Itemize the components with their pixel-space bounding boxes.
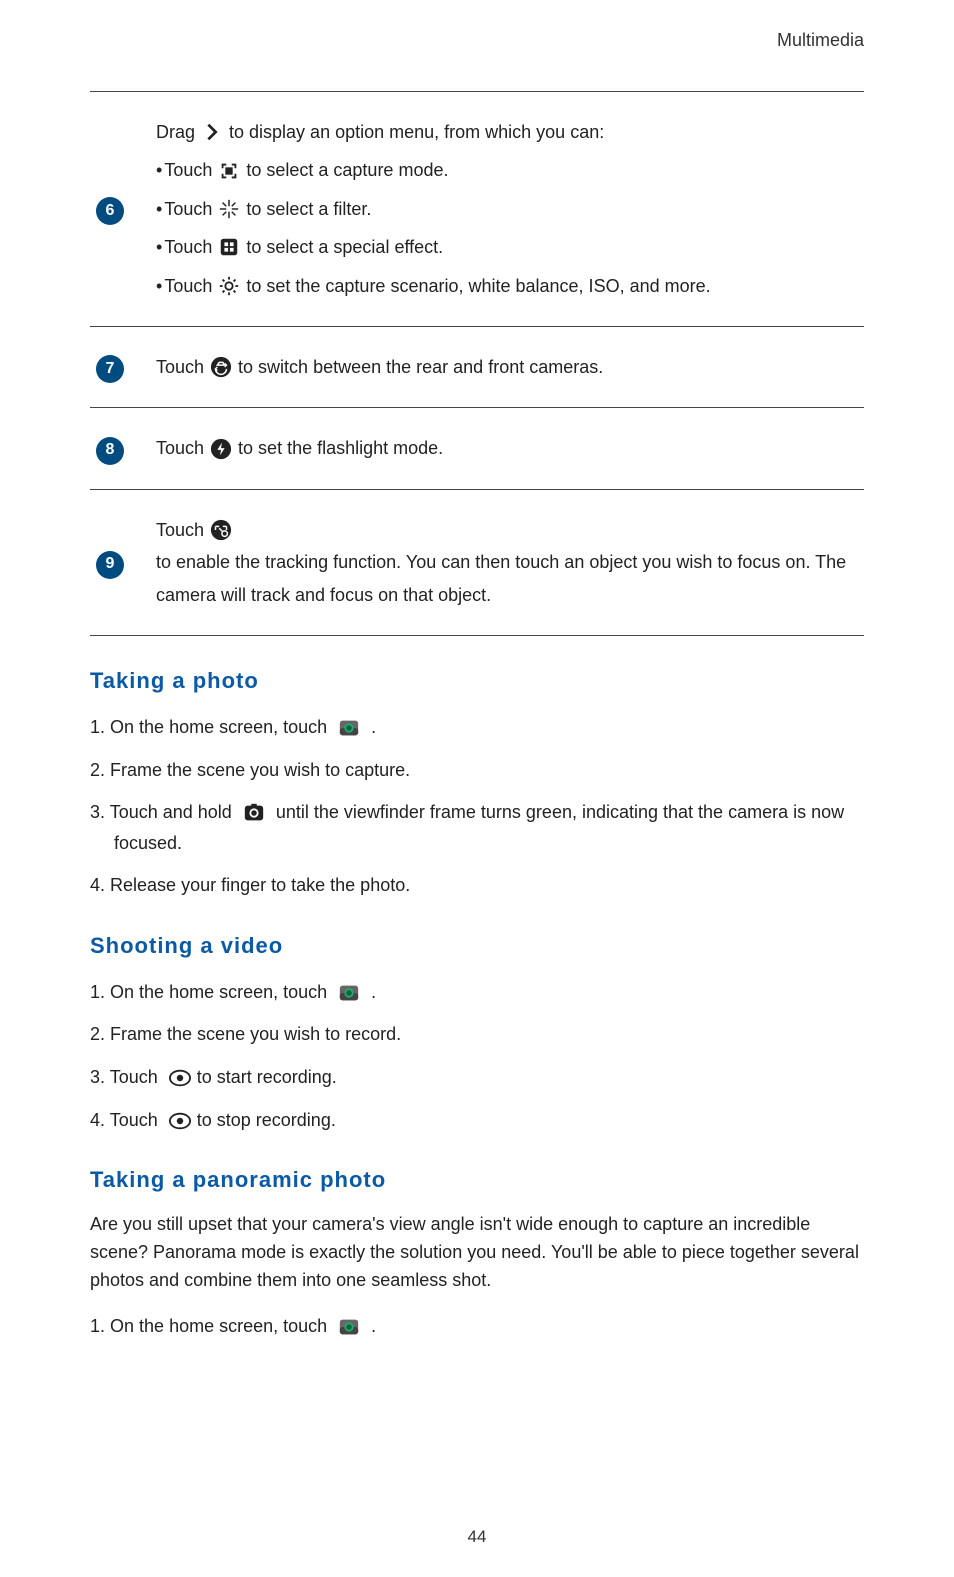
step-text-pre: Touch <box>110 1067 163 1087</box>
step-number-badge: 8 <box>96 437 124 465</box>
step-text-pre: On the home screen, touch <box>110 1316 332 1336</box>
step-text-post: to stop recording. <box>197 1110 336 1130</box>
bullet-dot: • <box>156 193 162 225</box>
instruction-text-post: to set the capture scenario, white balan… <box>246 270 710 302</box>
instruction-line: •Touch to select a filter. <box>156 193 858 225</box>
instruction-text-post: to display an option menu, from which yo… <box>229 116 604 148</box>
step-item: Touch to start recording. <box>90 1062 864 1093</box>
chevron-right-icon <box>199 121 225 143</box>
instruction-line: •Touch to select a capture mode. <box>156 154 858 186</box>
step-list: On the home screen, touch . <box>90 1311 864 1342</box>
camera-app-icon <box>336 1316 362 1338</box>
switch-camera-icon <box>208 356 234 378</box>
step-number-badge: 6 <box>96 197 124 225</box>
instruction-text-pre: Touch <box>156 514 204 546</box>
step-item: Frame the scene you wish to record. <box>90 1019 864 1050</box>
step-text-post: . <box>366 982 376 1002</box>
instruction-line: Touch to switch between the rear and fro… <box>156 351 858 383</box>
instruction-text-post: to enable the tracking function. You can… <box>156 546 858 611</box>
step-item: On the home screen, touch . <box>90 712 864 743</box>
section-title: Shooting a video <box>90 933 864 959</box>
step-text-pre: On the home screen, touch <box>110 982 332 1002</box>
step-list: On the home screen, touch . Frame the sce… <box>90 977 864 1135</box>
capture-mode-icon <box>216 160 242 182</box>
step-item: Touch to stop recording. <box>90 1105 864 1136</box>
step-text-pre: Frame the scene you wish to record. <box>110 1024 401 1044</box>
step-item: On the home screen, touch . <box>90 1311 864 1342</box>
step-text-pre: Release your finger to take the photo. <box>110 875 410 895</box>
step-text-post: to start recording. <box>197 1067 337 1087</box>
filter-icon <box>216 198 242 220</box>
step-item: Release your finger to take the photo. <box>90 870 864 901</box>
tracking-icon <box>208 519 234 541</box>
instruction-text-post: to set the flashlight mode. <box>238 432 443 464</box>
step-number-badge: 7 <box>96 355 124 383</box>
bullet-dot: • <box>156 231 162 263</box>
instruction-text-pre: Touch <box>164 154 212 186</box>
instruction-line: Touch to set the flashlight mode. <box>156 432 858 464</box>
instruction-line: •Touch to set the capture scenario, whit… <box>156 270 858 302</box>
step-text-pre: Touch <box>110 1110 163 1130</box>
section-title: Taking a panoramic photo <box>90 1167 864 1193</box>
instruction-line: Touch to enable the tracking function. Y… <box>156 514 858 611</box>
bullet-dot: • <box>156 154 162 186</box>
step-item: On the home screen, touch . <box>90 977 864 1008</box>
step-list: On the home screen, touch . Frame the sce… <box>90 712 864 901</box>
step-text-post: . <box>366 717 376 737</box>
step-text-post: . <box>366 1316 376 1336</box>
instruction-text-pre: Drag <box>156 116 195 148</box>
gear-icon <box>216 275 242 297</box>
record-icon <box>167 1067 193 1089</box>
instruction-text-pre: Touch <box>156 351 204 383</box>
instruction-text-pre: Touch <box>156 432 204 464</box>
flash-icon <box>208 438 234 460</box>
instruction-text-post: to select a special effect. <box>246 231 443 263</box>
step-number-badge: 9 <box>96 551 124 579</box>
table-row: 7 Touch to switch between the rear and fr… <box>90 326 864 407</box>
table-row: 9 Touch to enable the tracking function. … <box>90 489 864 635</box>
section-title: Taking a photo <box>90 668 864 694</box>
step-text-pre: Frame the scene you wish to capture. <box>110 760 410 780</box>
table-row: 8 Touch to set the flashlight mode. <box>90 408 864 489</box>
instruction-text-pre: Touch <box>164 270 212 302</box>
bullet-dot: • <box>156 270 162 302</box>
instruction-line: Drag to display an option menu, from whi… <box>156 116 858 148</box>
camera-app-icon <box>336 717 362 739</box>
instruction-text-pre: Touch <box>164 193 212 225</box>
instruction-line: •Touch to select a special effect. <box>156 231 858 263</box>
record-icon <box>167 1110 193 1132</box>
step-item: Touch and hold until the viewfinder fram… <box>90 797 864 858</box>
instruction-text-post: to switch between the rear and front cam… <box>238 351 603 383</box>
step-item: Frame the scene you wish to capture. <box>90 755 864 786</box>
table-row: 6 Drag to display an option menu, from wh… <box>90 92 864 327</box>
instruction-text-post: to select a capture mode. <box>246 154 448 186</box>
page-number: 44 <box>0 1527 954 1547</box>
effect-icon <box>216 236 242 258</box>
section-header: Multimedia <box>90 30 864 51</box>
feature-table: 6 Drag to display an option menu, from wh… <box>90 91 864 636</box>
instruction-text-pre: Touch <box>164 231 212 263</box>
step-text-pre: Touch and hold <box>110 802 237 822</box>
instruction-text-post: to select a filter. <box>246 193 371 225</box>
step-text-pre: On the home screen, touch <box>110 717 332 737</box>
section-intro: Are you still upset that your camera's v… <box>90 1211 864 1295</box>
shutter-icon <box>241 802 267 824</box>
camera-app-icon <box>336 982 362 1004</box>
